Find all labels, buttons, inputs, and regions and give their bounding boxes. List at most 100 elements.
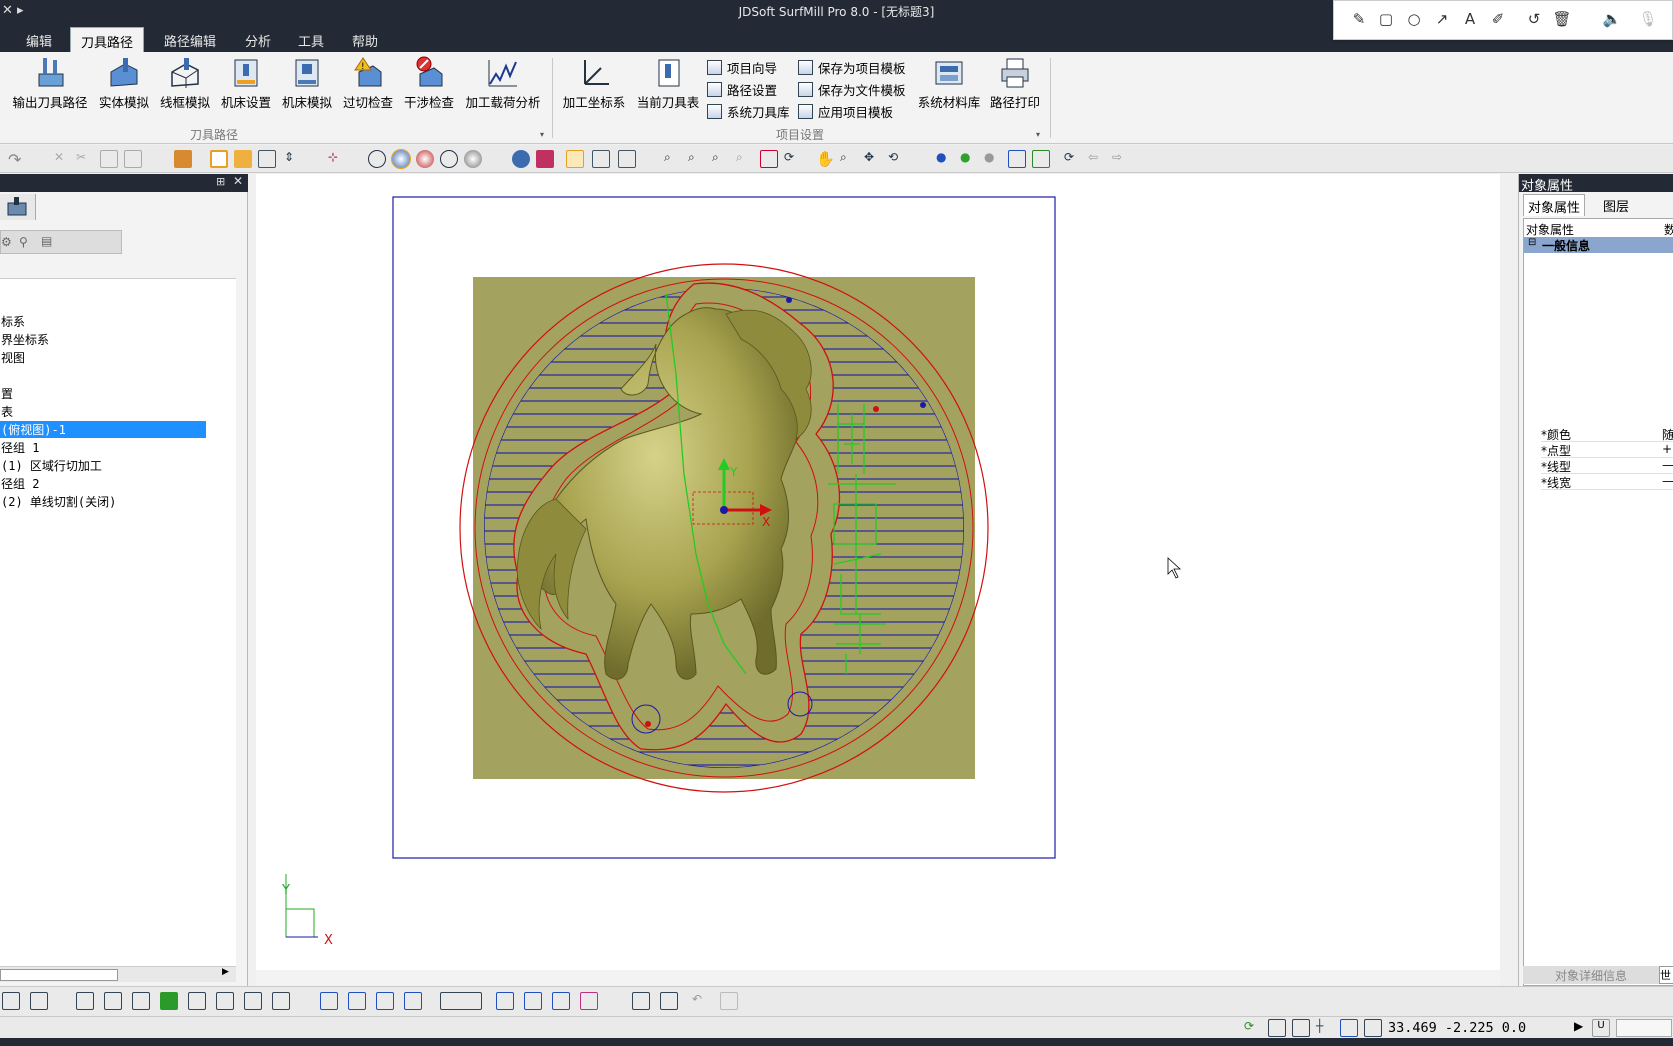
status-play-icon[interactable]: ▶ — [1574, 1019, 1592, 1037]
hidden-line-icon[interactable] — [440, 150, 458, 168]
tree-item-path-group-1[interactable]: 径组 1 — [0, 439, 39, 456]
snap-curve-icon[interactable] — [2, 992, 20, 1010]
view-box-icon[interactable] — [1008, 150, 1026, 168]
status-print-icon[interactable] — [1292, 1019, 1310, 1037]
iso-view-icon[interactable] — [210, 150, 228, 168]
property-line-type-value[interactable]: — — [1662, 458, 1673, 472]
path-print-button[interactable]: 路径打印 — [986, 56, 1044, 114]
output-toolpath-button[interactable]: 输出刀具路径 — [10, 56, 90, 114]
apply-project-template-button[interactable]: 应用项目模板 — [798, 102, 893, 122]
property-color-value[interactable]: 随 — [1662, 426, 1673, 443]
view-box-green-icon[interactable] — [1032, 150, 1050, 168]
status-grid-icon[interactable] — [1340, 1019, 1358, 1037]
tab-help[interactable]: 帮助 — [342, 27, 388, 52]
properties-group-general[interactable]: 一般信息 — [1524, 237, 1673, 253]
zoom-in-icon[interactable]: ⌕ — [712, 150, 730, 168]
tree-item-table[interactable]: 表 — [0, 403, 13, 420]
tree-item-area-cut[interactable]: (1) 区域行切加工 — [0, 457, 102, 474]
select-filter-icon[interactable]: ⊹ — [328, 150, 346, 168]
status-crosshair-icon[interactable]: ┼ — [1316, 1019, 1334, 1037]
crop-select-icon[interactable] — [660, 992, 678, 1010]
tool-mode2-icon[interactable] — [348, 992, 366, 1010]
property-point-type-value[interactable]: + — [1662, 442, 1672, 456]
forward-icon[interactable]: ⇨ — [1112, 150, 1130, 168]
trash-icon[interactable]: 🗑 — [1552, 10, 1572, 30]
tab-toolpath[interactable]: 刀具路径 — [70, 27, 145, 52]
snap-mid-icon[interactable] — [188, 992, 206, 1010]
pencil-icon[interactable]: ✎ — [1349, 10, 1369, 30]
graphics-viewport[interactable]: X Y Y X — [256, 174, 1500, 986]
property-point-type[interactable]: *点型 — [1541, 442, 1673, 458]
zoom-dynamic-icon[interactable]: ⟳ — [784, 150, 802, 168]
tree-doc-icon[interactable]: ▤ — [41, 234, 52, 248]
property-line-width-value[interactable]: — — [1662, 474, 1673, 488]
zoom-all-icon[interactable] — [760, 150, 778, 168]
machine-setup-button[interactable]: 机床设置 — [218, 56, 274, 114]
rectangle-icon[interactable]: ▢ — [1376, 10, 1396, 30]
red-sphere-icon[interactable] — [416, 150, 434, 168]
pin-icon[interactable]: ⊞ — [216, 175, 225, 188]
disabled-tool-icon[interactable] — [720, 992, 738, 1010]
canvas-horizontal-scrollbar[interactable] — [256, 970, 1500, 986]
fit-view-icon[interactable] — [496, 992, 514, 1010]
snap-quadrant-icon[interactable] — [244, 992, 262, 1010]
snap-point-icon[interactable] — [30, 992, 48, 1010]
snap-surface-icon[interactable] — [132, 992, 150, 1010]
tree-horizontal-scrollbar[interactable]: ▶ — [0, 966, 236, 982]
zoom-window-icon[interactable]: ⌕ — [664, 150, 682, 168]
current-tool-table-button[interactable]: 当前刀具表 — [634, 56, 702, 114]
world-button[interactable]: 世 — [1659, 966, 1673, 984]
machine-simulation-button[interactable]: 机床模拟 — [279, 56, 335, 114]
path-select-icon[interactable] — [552, 992, 570, 1010]
property-color[interactable]: *颜色 — [1541, 426, 1673, 442]
tree-filter-icon[interactable]: ⚲ — [19, 235, 28, 249]
overcut-check-button[interactable]: ! 过切检查 — [340, 56, 396, 114]
cut-icon[interactable]: ✂ — [76, 150, 94, 168]
tab-analysis[interactable]: 分析 — [235, 27, 281, 52]
solid-simulation-button[interactable]: 实体模拟 — [96, 56, 152, 114]
zoom-previous-icon[interactable]: ⌕ — [736, 150, 754, 168]
status-layer-icon[interactable] — [1268, 1019, 1286, 1037]
box-view-icon[interactable] — [258, 150, 276, 168]
path-view-icon[interactable] — [524, 992, 542, 1010]
tab-layers[interactable]: 图层 — [1599, 194, 1633, 216]
load-analysis-button[interactable]: 加工载荷分析 — [462, 56, 544, 114]
tool-mode3-icon[interactable] — [376, 992, 394, 1010]
mic-off-icon[interactable]: 🎙 — [1638, 10, 1658, 30]
scroll-right-icon[interactable]: ▶ — [222, 967, 229, 977]
tree-item-top-view[interactable]: (俯视图)-1 — [0, 421, 206, 438]
group-select-icon[interactable] — [592, 150, 610, 168]
snap-curve2-icon[interactable] — [104, 992, 122, 1010]
path-pick-icon[interactable] — [580, 992, 598, 1010]
circle-icon[interactable]: ○ — [1404, 10, 1424, 30]
system-tool-library-button[interactable]: 系统刀具库 — [707, 102, 790, 122]
tree-item-coordinate-system[interactable]: 标系 — [0, 313, 25, 330]
speaker-icon[interactable]: 🔈 — [1602, 10, 1622, 30]
delete-icon[interactable]: ✕ — [54, 150, 72, 168]
shade-mode-icon[interactable] — [174, 150, 192, 168]
pan-icon[interactable]: ✋ — [816, 150, 835, 168]
snap-center-icon[interactable] — [216, 992, 234, 1010]
light-blue-icon[interactable]: ● — [936, 150, 954, 168]
tab-object-properties[interactable]: 对象属性 — [1523, 194, 1586, 216]
copy-icon[interactable] — [100, 150, 118, 168]
tab-path-edit[interactable]: 路径编辑 — [154, 27, 226, 52]
snap-grid-icon[interactable] — [76, 992, 94, 1010]
save-project-template-button[interactable]: 保存为项目模板 — [798, 58, 906, 78]
zoom-center-icon[interactable]: ⌕ — [840, 150, 858, 168]
paste-icon[interactable] — [124, 150, 142, 168]
text-icon[interactable]: A — [1460, 10, 1480, 30]
light-gray-icon[interactable]: ● — [984, 150, 1002, 168]
redo-icon[interactable]: ↷ — [8, 150, 26, 169]
tree-item-path-group-2[interactable]: 径组 2 — [0, 475, 39, 492]
status-ruler-icon[interactable] — [1364, 1019, 1382, 1037]
select-mode-icon[interactable] — [566, 150, 584, 168]
save-file-template-button[interactable]: 保存为文件模板 — [798, 80, 906, 100]
zoom-out-icon[interactable]: ⌕ — [688, 150, 706, 168]
tool-mode4-icon[interactable] — [404, 992, 422, 1010]
property-line-type[interactable]: *线型 — [1541, 458, 1673, 474]
refresh-icon[interactable]: ⟳ — [1064, 150, 1082, 168]
status-refresh-icon[interactable]: ⟳ — [1244, 1019, 1262, 1037]
tree-tool-icon[interactable]: ⚙ — [1, 235, 12, 249]
tab-tools[interactable]: 工具 — [288, 27, 334, 52]
